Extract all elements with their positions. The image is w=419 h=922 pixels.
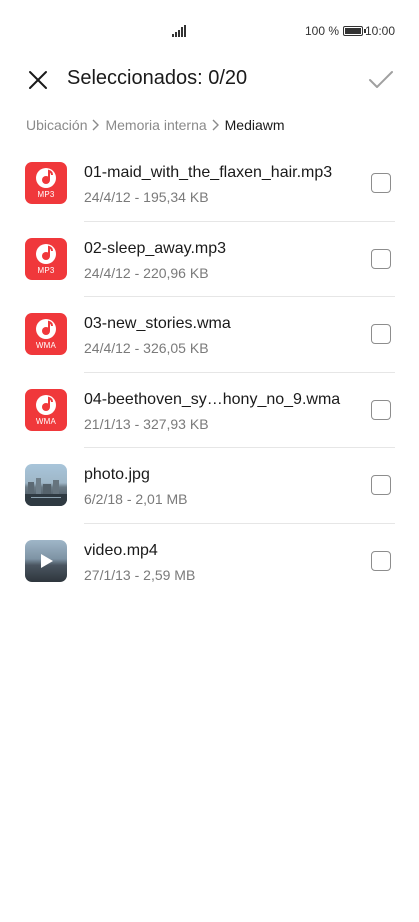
file-meta: 24/4/12 - 195,34 KB bbox=[84, 189, 209, 205]
file-list: MP3 01-maid_with_the_flaxen_hair.mp3 24/… bbox=[0, 146, 419, 599]
list-item[interactable]: MP3 02-sleep_away.mp3 24/4/12 - 220,96 K… bbox=[0, 222, 419, 297]
audio-file-icon: WMA bbox=[25, 388, 67, 431]
select-checkbox[interactable] bbox=[371, 248, 391, 269]
list-item[interactable]: WMA 04-beethoven_sy…hony_no_9.wma 21/1/1… bbox=[0, 373, 419, 448]
audio-file-icon: WMA bbox=[25, 313, 67, 355]
list-item[interactable]: photo.jpg 6/2/18 - 2,01 MB bbox=[0, 448, 419, 524]
file-meta: 24/4/12 - 220,96 KB bbox=[84, 264, 209, 281]
select-checkbox[interactable] bbox=[371, 173, 391, 193]
file-name: 04-beethoven_sy…hony_no_9.wma bbox=[84, 390, 341, 408]
file-name: 02-sleep_away.mp3 bbox=[84, 239, 227, 257]
video-thumbnail bbox=[25, 539, 67, 582]
photo-thumbnail bbox=[25, 464, 67, 506]
chevron-right-icon bbox=[89, 118, 103, 132]
play-icon bbox=[41, 553, 53, 568]
clock: 10:00 bbox=[364, 24, 395, 38]
select-checkbox[interactable] bbox=[371, 550, 391, 571]
app-bar: Seleccionados: 0/20 bbox=[0, 58, 419, 102]
close-button[interactable] bbox=[24, 66, 52, 94]
breadcrumb-item-ubicacion[interactable]: Ubicación bbox=[26, 117, 87, 133]
breadcrumb-item-mediawm: Mediawm bbox=[224, 117, 285, 133]
battery-percentage: 100 % bbox=[304, 24, 339, 38]
audio-file-icon: MP3 bbox=[25, 162, 67, 204]
close-icon bbox=[29, 71, 47, 89]
confirm-button[interactable] bbox=[367, 66, 395, 94]
file-name: 01-maid_with_the_flaxen_hair.mp3 bbox=[84, 164, 333, 181]
file-meta: 27/1/13 - 2,59 MB bbox=[84, 566, 196, 583]
list-item[interactable]: WMA 03-new_stories.wma 24/4/12 - 326,05 … bbox=[0, 297, 419, 373]
file-name: photo.jpg bbox=[84, 466, 150, 483]
select-checkbox[interactable] bbox=[371, 324, 391, 344]
list-item[interactable]: video.mp4 27/1/13 - 2,59 MB bbox=[0, 524, 419, 600]
breadcrumb: Ubicación Memoria interna Mediawm bbox=[26, 117, 285, 133]
file-meta: 6/2/18 - 2,01 MB bbox=[84, 491, 188, 507]
page-title: Seleccionados: 0/20 bbox=[67, 67, 248, 89]
status-bar: 100 % 10:00 bbox=[0, 0, 419, 62]
check-icon bbox=[369, 71, 393, 88]
audio-file-icon: MP3 bbox=[25, 237, 67, 280]
battery-icon bbox=[343, 26, 363, 36]
file-meta: 21/1/13 - 327,93 KB bbox=[84, 415, 209, 432]
select-checkbox[interactable] bbox=[371, 399, 391, 420]
chevron-right-icon bbox=[209, 118, 223, 132]
signal-icon bbox=[172, 25, 186, 37]
file-name: video.mp4 bbox=[84, 541, 158, 559]
select-checkbox[interactable] bbox=[371, 475, 391, 495]
file-meta: 24/4/12 - 326,05 KB bbox=[84, 340, 209, 356]
breadcrumb-item-memoria-interna[interactable]: Memoria interna bbox=[105, 117, 206, 133]
list-item[interactable]: MP3 01-maid_with_the_flaxen_hair.mp3 24/… bbox=[0, 146, 419, 222]
file-name: 03-new_stories.wma bbox=[84, 315, 231, 332]
